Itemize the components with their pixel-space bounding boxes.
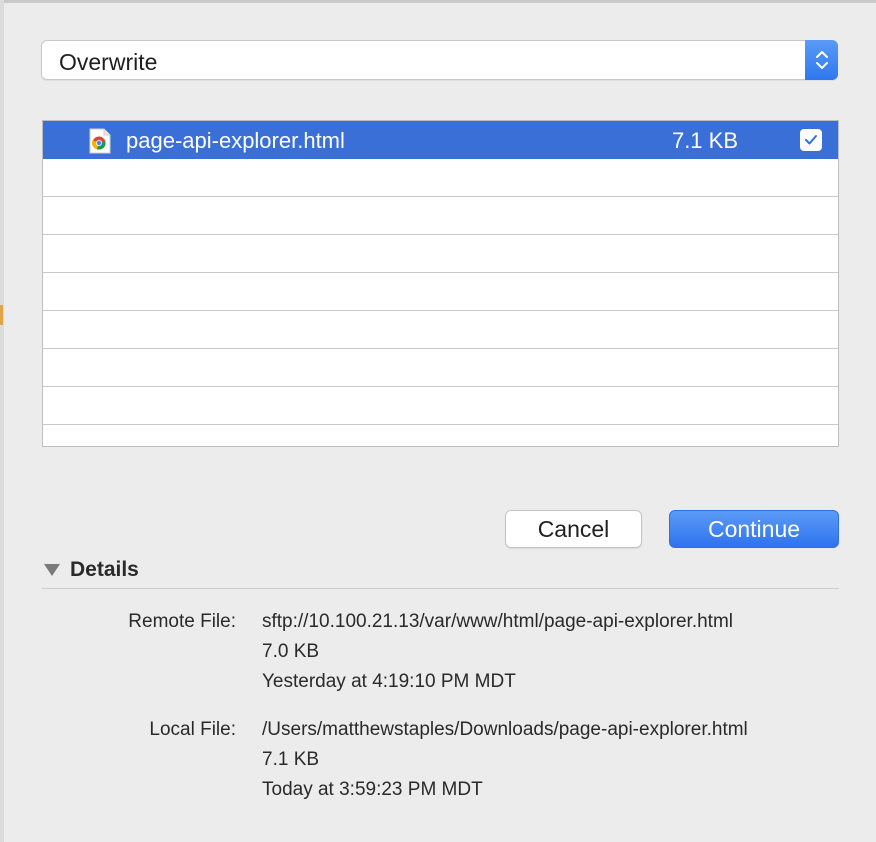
empty-row (43, 159, 838, 197)
remote-file-modified: Yesterday at 4:19:10 PM MDT (262, 671, 516, 692)
local-file-path: /Users/matthewstaples/Downloads/page-api… (262, 719, 748, 740)
empty-row (43, 273, 838, 311)
empty-row (43, 235, 838, 273)
file-size: 7.1 KB (671, 128, 738, 153)
local-file-modified: Today at 3:59:23 PM MDT (262, 779, 483, 800)
file-list: page-api-explorer.html 7.1 KB (42, 120, 839, 447)
up-down-chevron-icon[interactable] (805, 40, 838, 80)
empty-row (43, 349, 838, 387)
window-top-edge (0, 0, 876, 3)
background-window-edge (0, 0, 4, 842)
local-file-size: 7.1 KB (262, 749, 320, 770)
file-include-checkbox[interactable] (800, 129, 822, 151)
background-window-accent (0, 305, 3, 325)
empty-row (43, 425, 838, 446)
remote-file-label: Remote File: (128, 611, 236, 632)
remote-file-path: sftp://10.100.21.13/var/www/html/page-ap… (262, 611, 734, 632)
continue-button[interactable]: Continue (669, 510, 839, 548)
file-row[interactable]: page-api-explorer.html 7.1 KB (43, 121, 838, 159)
empty-row (43, 387, 838, 425)
dropdown-selected-value: Overwrite (59, 49, 158, 75)
disclosure-triangle-down-icon[interactable] (44, 564, 60, 576)
remote-file-size: 7.0 KB (262, 641, 320, 662)
conflict-action-dropdown[interactable]: Overwrite (41, 40, 838, 80)
details-title: Details (70, 558, 139, 581)
checkmark-icon (805, 135, 817, 145)
empty-row (43, 311, 838, 349)
chrome-html-document-icon (89, 128, 111, 154)
file-name: page-api-explorer.html (126, 128, 345, 153)
details-divider (42, 588, 839, 589)
empty-row (43, 197, 838, 235)
details-disclosure[interactable]: Details (44, 558, 139, 582)
cancel-button[interactable]: Cancel (505, 510, 642, 548)
local-file-label: Local File: (149, 719, 236, 740)
